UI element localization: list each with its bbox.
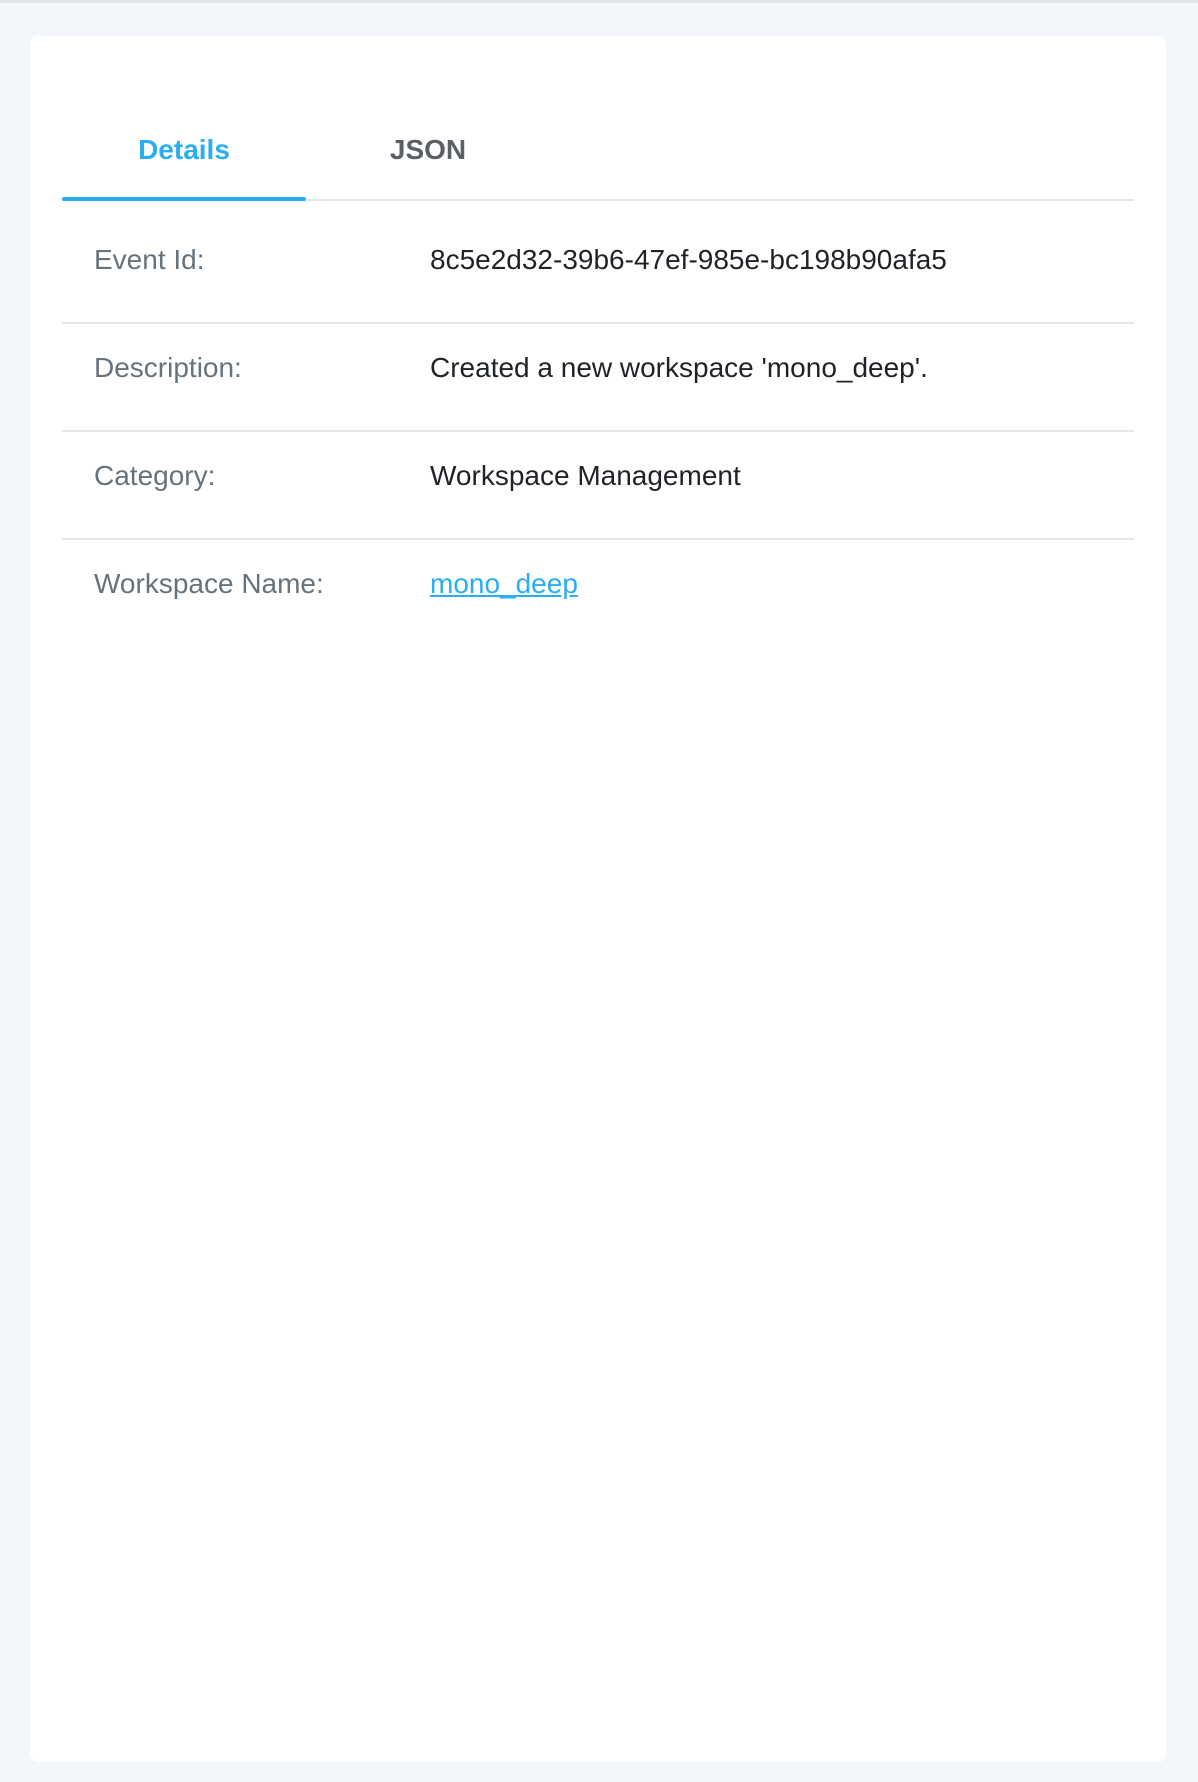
tab-json[interactable]: JSON — [306, 100, 550, 199]
tab-bar: Details JSON — [62, 100, 1134, 201]
detail-row-description: Description: Created a new workspace 'mo… — [62, 324, 1134, 432]
event-id-label: Event Id: — [94, 244, 205, 275]
detail-row-event-id: Event Id: 8c5e2d32-39b6-47ef-985e-bc198b… — [62, 216, 1134, 324]
description-value: Created a new workspace 'mono_deep'. — [430, 352, 928, 383]
detail-row-category: Category: Workspace Management — [62, 432, 1134, 540]
description-label: Description: — [94, 352, 242, 383]
tab-details-label: Details — [138, 133, 230, 165]
top-divider — [0, 0, 1198, 3]
detail-row-workspace-name: Workspace Name: mono_deep — [62, 540, 1134, 648]
event-id-value: 8c5e2d32-39b6-47ef-985e-bc198b90afa5 — [430, 244, 947, 275]
workspace-name-link[interactable]: mono_deep — [430, 568, 578, 600]
tab-json-label: JSON — [389, 133, 467, 165]
category-label: Category: — [94, 460, 216, 491]
event-details-card: Details JSON Event Id: 8c5e2d32-39b6-47e… — [30, 36, 1166, 1762]
details-list: Event Id: 8c5e2d32-39b6-47ef-985e-bc198b… — [62, 216, 1134, 648]
workspace-name-label: Workspace Name: — [94, 568, 324, 599]
tab-details[interactable]: Details — [62, 100, 306, 201]
category-value: Workspace Management — [430, 460, 741, 491]
